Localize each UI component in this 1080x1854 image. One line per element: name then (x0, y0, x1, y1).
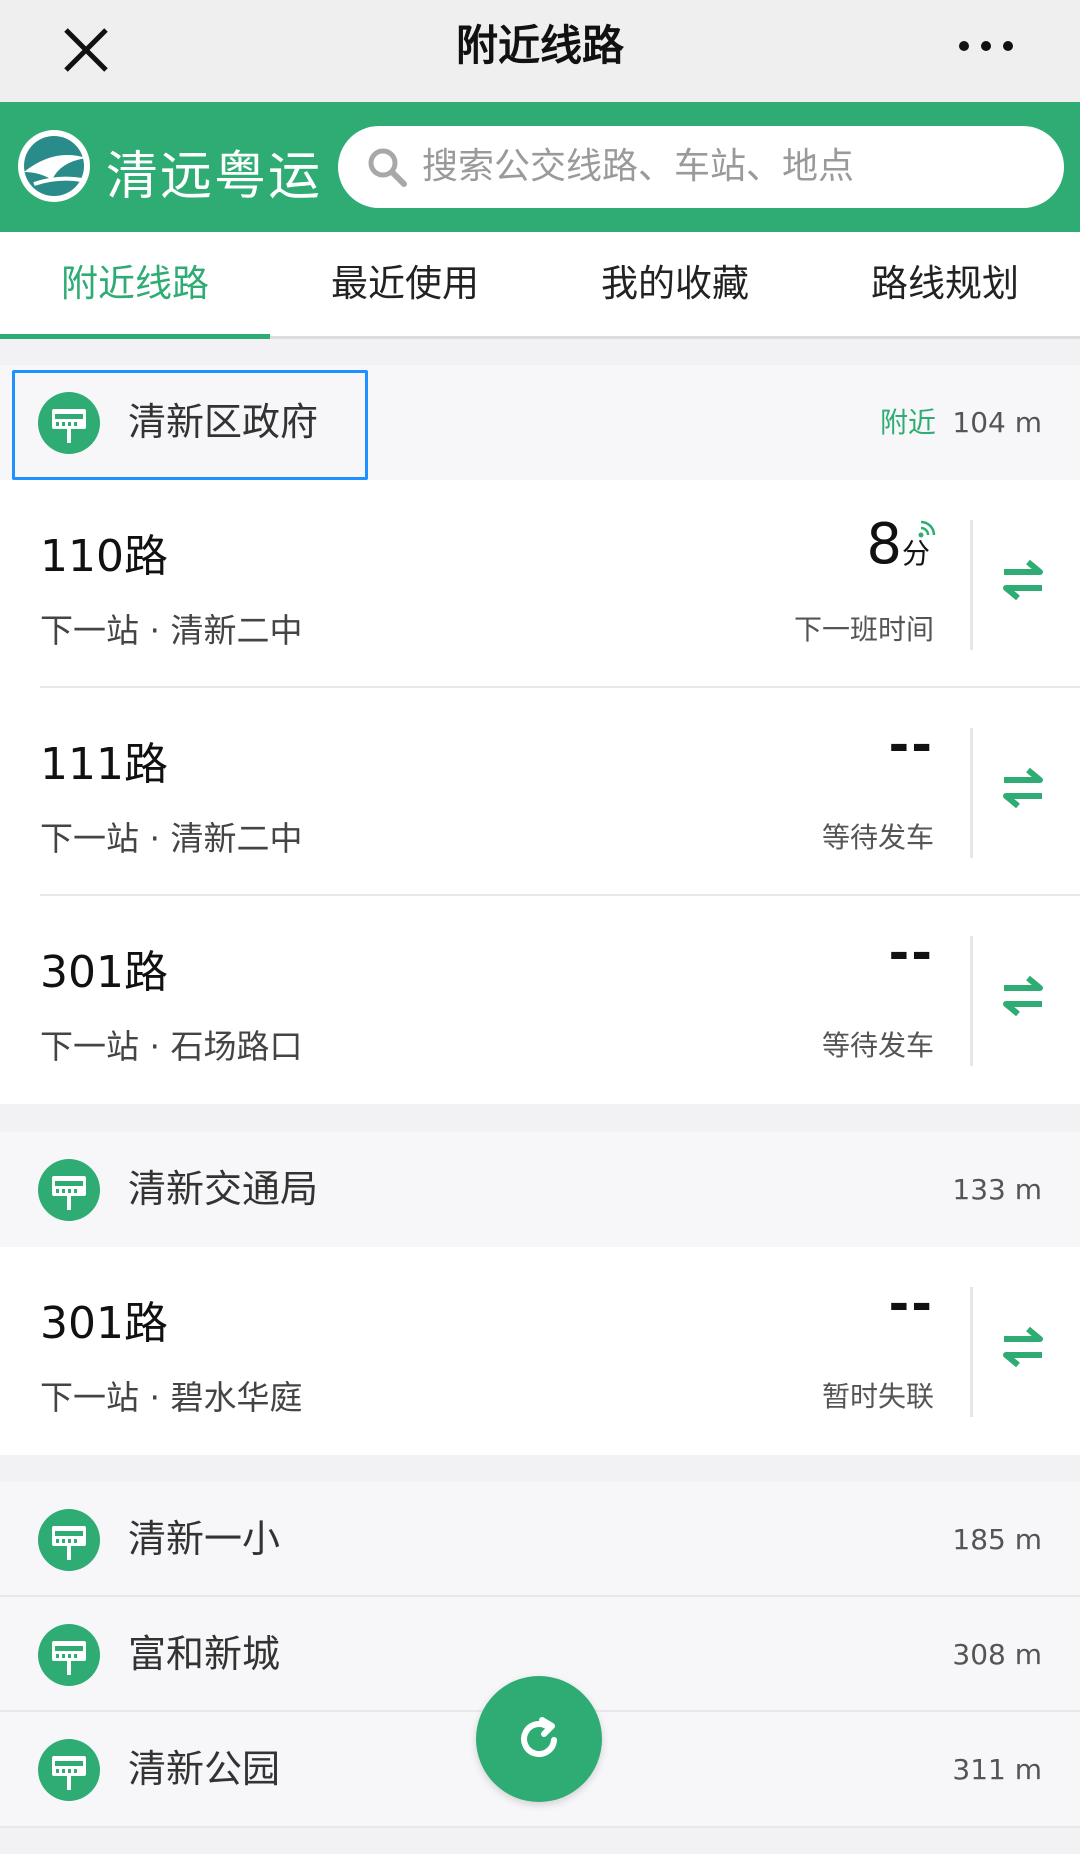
brand-header: 清远粤运 搜索公交线路、车站、地点 (0, 102, 1080, 232)
route-eta: -- (888, 1275, 934, 1333)
route-status: 等待发车 (821, 1029, 934, 1062)
route-status: 暂时失联 (821, 1380, 934, 1413)
bus-stop-icon (38, 1739, 100, 1801)
search-input[interactable]: 搜索公交线路、车站、地点 (338, 126, 1064, 208)
stop-header[interactable]: 清新交通局 133 m (0, 1132, 1080, 1247)
brand-logo: 清远粤运 (14, 122, 324, 212)
route-name: 111路 (40, 739, 168, 790)
stop-name: 清新区政府 (128, 400, 319, 444)
route-name: 301路 (40, 1298, 168, 1349)
signal-icon (918, 520, 936, 538)
stop-name: 清新一小 (128, 1517, 281, 1561)
bus-stop-icon (38, 1159, 100, 1221)
tab-bar: 附近线路 最近使用 我的收藏 路线规划 (0, 232, 1080, 339)
refresh-icon (521, 1717, 557, 1758)
navbar: 附近线路 (0, 0, 1080, 103)
route-next-stop: 下一站 · 碧水华庭 (40, 1378, 303, 1417)
swap-direction-icon[interactable] (998, 1319, 1048, 1375)
route-next-stop: 下一站 · 清新二中 (40, 819, 303, 858)
divider (970, 936, 973, 1066)
divider (970, 520, 973, 650)
divider (970, 728, 973, 858)
route-next-stop: 下一站 · 石场路口 (40, 1027, 303, 1066)
divider (970, 1287, 973, 1417)
stop-header[interactable]: 清新一小 185 m (0, 1482, 1080, 1597)
tab-favorites[interactable]: 我的收藏 (540, 232, 810, 336)
stop-name: 富和新城 (128, 1632, 281, 1676)
route-next-stop: 下一站 · 清新二中 (40, 611, 303, 650)
eta-unit: 分 (901, 537, 930, 570)
route-eta: -- (888, 924, 934, 982)
nearby-label: 附近 (879, 406, 936, 439)
more-icon[interactable] (946, 26, 1026, 66)
stop-name: 清新公园 (128, 1747, 281, 1791)
stop-distance: 133 m (952, 1173, 1042, 1206)
route-row[interactable]: 301路 下一站 · 石场路口 -- 等待发车 (0, 896, 1080, 1104)
stop-distance: 185 m (952, 1523, 1042, 1556)
stop-name: 清新交通局 (128, 1167, 319, 1211)
search-icon (368, 148, 407, 187)
eta-value: 8 (866, 512, 902, 577)
refresh-button[interactable] (476, 1676, 602, 1802)
logo-text: 清远粤运 (106, 147, 323, 207)
stop-header[interactable]: 清新区政府 附近 104 m (0, 365, 1080, 480)
tab-nearby-routes[interactable]: 附近线路 (0, 232, 270, 339)
stop-distance: 104 m (952, 406, 1042, 439)
divider (0, 1826, 1080, 1828)
route-row[interactable]: 111路 下一站 · 清新二中 -- 等待发车 (0, 688, 1080, 896)
route-eta: -- (888, 716, 934, 774)
route-row[interactable]: 110路 下一站 · 清新二中 8分 下一班时间 (0, 480, 1080, 688)
logo-emblem-icon (18, 130, 90, 202)
swap-direction-icon[interactable] (998, 968, 1048, 1024)
bus-stop-icon (38, 1624, 100, 1686)
stop-distance: 311 m (952, 1753, 1042, 1786)
page-title: 附近线路 (455, 21, 624, 70)
swap-direction-icon[interactable] (998, 760, 1048, 816)
stop-distance: 308 m (952, 1638, 1042, 1671)
bus-stop-icon (38, 1509, 100, 1571)
route-status: 等待发车 (821, 821, 934, 854)
route-name: 110路 (40, 531, 168, 582)
bus-stop-icon (38, 392, 100, 454)
route-row[interactable]: 301路 下一站 · 碧水华庭 -- 暂时失联 (0, 1247, 1080, 1455)
route-name: 301路 (40, 947, 168, 998)
route-status: 下一班时间 (793, 613, 934, 646)
swap-direction-icon[interactable] (998, 552, 1048, 608)
search-placeholder: 搜索公交线路、车站、地点 (422, 146, 855, 187)
tab-recent[interactable]: 最近使用 (270, 232, 540, 336)
tab-route-planning[interactable]: 路线规划 (810, 232, 1080, 336)
